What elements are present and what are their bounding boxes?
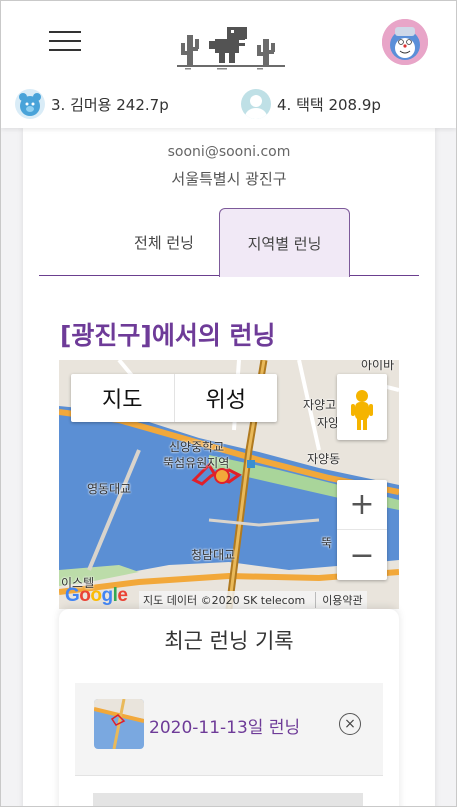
leaderboard-row: 3. 김머용 242.7p 4. 택택 208.9p bbox=[1, 89, 456, 119]
running-record-item-partial[interactable] bbox=[93, 793, 363, 806]
blue-bear-avatar-icon bbox=[15, 89, 45, 119]
tab-regional-running[interactable]: 지역별 런닝 bbox=[219, 208, 350, 277]
map-terms-link[interactable]: 이용약관 bbox=[315, 592, 363, 608]
doraemon-avatar-icon bbox=[382, 19, 428, 65]
map-label-park-station: 뚝섬유원지역 bbox=[163, 456, 230, 470]
map-attribution: 지도 데이터 ©2020 SK telecom 이용약관 bbox=[139, 591, 367, 609]
tab-all-running[interactable]: 전체 런닝 bbox=[109, 208, 219, 276]
google-logo[interactable]: Google bbox=[65, 585, 128, 607]
running-map[interactable]: 신양중학교 뚝섬유원지역 자양동 자양고 자양 영동대교 청담대교 뚝 이스텔 … bbox=[59, 360, 399, 609]
section-title: [광진구]에서의 런닝 bbox=[60, 321, 276, 350]
map-label-jayang-dong: 자양동 bbox=[307, 452, 341, 466]
recent-running-panel: 최근 런닝 기록 2020-11-13일 런닝 × bbox=[59, 609, 399, 806]
record-map-thumbnail bbox=[94, 699, 144, 749]
map-label-jayang: 자양 bbox=[317, 416, 340, 430]
divider bbox=[75, 775, 383, 776]
map-label-top-right: 아이바 bbox=[361, 360, 395, 372]
map-type-map-button[interactable]: 지도 bbox=[71, 374, 175, 422]
record-label: 2020-11-13일 런닝 bbox=[149, 718, 301, 738]
user-region: 서울특별시 광진구 bbox=[171, 170, 287, 188]
default-user-avatar-icon bbox=[241, 89, 271, 119]
map-label-yeongdong-bridge: 영동대교 bbox=[87, 482, 132, 496]
zoom-in-button[interactable]: + bbox=[337, 480, 387, 530]
menu-icon[interactable] bbox=[49, 29, 83, 55]
map-label-jayang-high: 자양고 bbox=[303, 398, 337, 412]
street-view-pegman-icon[interactable] bbox=[337, 374, 387, 440]
map-attribution-text: 지도 데이터 ©2020 SK telecom bbox=[143, 594, 306, 607]
leaderboard-label: 3. 김머용 242.7p bbox=[51, 95, 169, 114]
user-email: sooni@sooni.com bbox=[167, 144, 291, 160]
zoom-out-button[interactable]: − bbox=[337, 530, 387, 580]
running-record-item[interactable]: 2020-11-13일 런닝 × bbox=[75, 683, 383, 775]
user-avatar[interactable] bbox=[382, 19, 428, 65]
leaderboard-entry[interactable]: 4. 택택 208.9p bbox=[241, 89, 381, 119]
delete-record-icon[interactable]: × bbox=[339, 713, 361, 735]
app-frame: 3. 김머용 242.7p 4. 택택 208.9p sooni@sooni.c… bbox=[0, 0, 457, 807]
top-header: 3. 김머용 242.7p 4. 택택 208.9p bbox=[1, 1, 456, 128]
map-label-cheongdam-bridge: 청담대교 bbox=[191, 548, 236, 562]
map-type-toggle: 지도 위성 bbox=[71, 374, 277, 422]
map-zoom-controls: + − bbox=[337, 480, 387, 580]
map-label-school: 신양중학교 bbox=[169, 440, 225, 454]
map-label-ttuk: 뚝 bbox=[321, 536, 333, 550]
running-tabs: 전체 런닝 지역별 런닝 bbox=[39, 208, 419, 277]
leaderboard-label: 4. 택택 208.9p bbox=[277, 95, 381, 114]
t-rex-dino-logo[interactable] bbox=[177, 23, 285, 71]
map-type-satellite-button[interactable]: 위성 bbox=[175, 374, 278, 422]
recent-running-title: 최근 런닝 기록 bbox=[164, 629, 294, 653]
leaderboard-entry[interactable]: 3. 김머용 242.7p bbox=[15, 89, 169, 119]
